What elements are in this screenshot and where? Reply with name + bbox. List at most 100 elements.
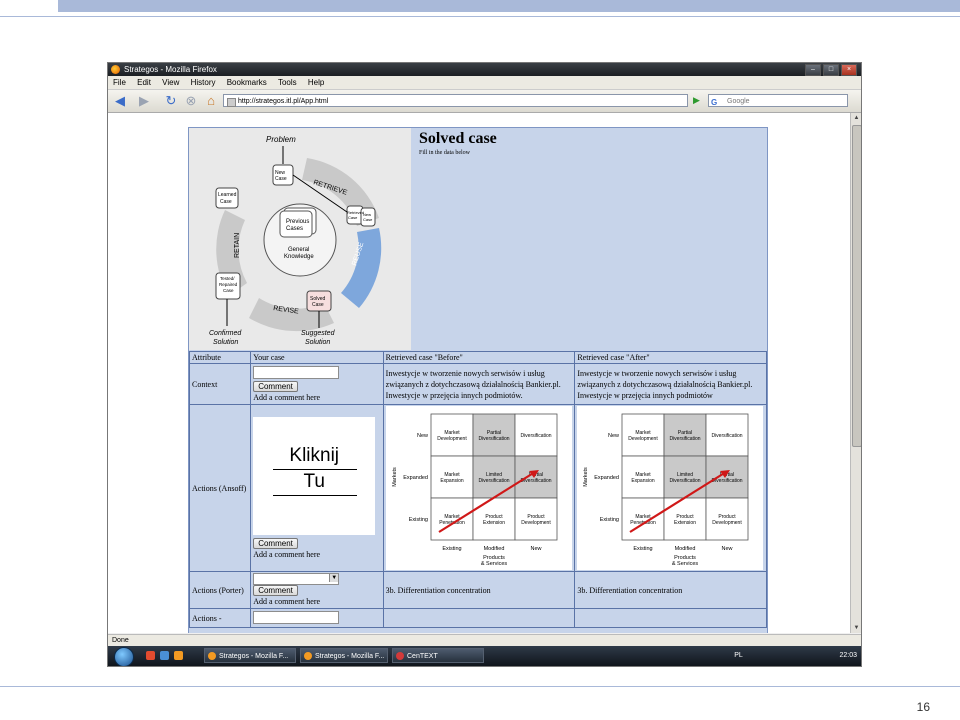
windows-taskbar: Strategos - Mozilla F... Strategos - Moz… — [108, 646, 861, 666]
dropdown-arrow-icon: ▼ — [329, 574, 339, 582]
vertical-scrollbar[interactable]: ▲ ▼ — [850, 113, 861, 633]
products-label-2: & Services — [672, 561, 699, 567]
label-previous-cases-1: Previous — [286, 219, 309, 225]
home-icon[interactable]: ⌂ — [203, 93, 219, 109]
label-tested-case-3: Case — [223, 288, 234, 293]
page-content: Problem New Case RETRIEVE Learned Case P… — [108, 113, 850, 633]
matrix-row-label: Expanded — [595, 475, 620, 481]
solved-case-panel: Solved case Fill in the data below — [411, 128, 766, 350]
matrix-cell-label: Diversification — [670, 436, 701, 442]
porter-select[interactable]: ▼ — [253, 573, 340, 585]
label-learned-case-2: Case — [220, 199, 232, 205]
stop-icon[interactable]: ⊗ — [183, 93, 199, 109]
matrix-row-label: Expanded — [403, 475, 428, 481]
matrix-cell-label: Development — [437, 436, 467, 442]
search-box[interactable]: G Google — [708, 94, 848, 107]
minimize-button[interactable]: – — [805, 64, 821, 76]
firefox-icon — [208, 652, 216, 660]
back-arrow-icon[interactable]: ◀ — [112, 93, 128, 109]
matrix-row-label: Existing — [408, 517, 427, 523]
menu-help[interactable]: Help — [308, 78, 324, 87]
matrix-col-label: Existing — [442, 546, 461, 552]
porter-comment-button[interactable]: Comment — [253, 585, 298, 596]
ansoff-matrix-before: Market Development Partial Diversification D… — [385, 406, 572, 570]
quick-launch-icon[interactable] — [174, 651, 183, 660]
porter-before-text: 3b. Differentiation concentration — [382, 571, 576, 609]
menu-edit[interactable]: Edit — [137, 78, 151, 87]
label-tested-case-2: Repaired — [219, 282, 238, 287]
menu-bookmarks[interactable]: Bookmarks — [227, 78, 267, 87]
matrix-row-label: New — [417, 433, 428, 439]
firefox-icon — [111, 65, 120, 74]
browser-screenshot: Strategos - Mozilla Firefox – □ × File E… — [107, 62, 862, 667]
porter-add-comment: Add a comment here — [253, 597, 321, 606]
menu-history[interactable]: History — [191, 78, 216, 87]
taskbar-item-1[interactable]: Strategos - Mozilla F... — [204, 648, 296, 663]
clock[interactable]: 22:03 — [839, 652, 857, 659]
context-comment-button[interactable]: Comment — [253, 381, 298, 392]
context-input[interactable] — [253, 366, 340, 379]
taskbar-item-3-label: CenTEXT — [407, 653, 438, 660]
ansoff-before-cell: Market Development Partial Diversification D… — [382, 404, 576, 572]
centext-icon — [396, 652, 404, 660]
window-title: Strategos - Mozilla Firefox — [124, 65, 217, 74]
context-after-text: Inwestycje w tworzenie nowych serwisów i… — [574, 363, 767, 405]
header-retrieved-before: Retrieved case "Before" — [382, 351, 576, 364]
products-label-2: & Services — [481, 561, 508, 567]
maximize-button[interactable]: □ — [823, 64, 839, 76]
scroll-down-icon[interactable]: ▼ — [851, 623, 861, 633]
scroll-up-icon[interactable]: ▲ — [851, 113, 861, 123]
menu-tools[interactable]: Tools — [278, 78, 297, 87]
forward-arrow-icon[interactable]: ▶ — [136, 93, 152, 109]
url-bar[interactable]: http://strategos.itl.pl/App.html — [223, 94, 688, 107]
more-your-case — [250, 608, 384, 628]
matrix-cell-label: Development — [629, 436, 659, 442]
cbr-cycle-diagram: Problem New Case RETRIEVE Learned Case P… — [189, 128, 411, 350]
scroll-thumb[interactable] — [852, 125, 861, 447]
matrix-cell-label: Expansion — [632, 478, 656, 484]
matrix-col-label: Modified — [483, 546, 504, 552]
porter-label: Actions (Porter) — [189, 571, 252, 609]
table-row-ansoff: Actions (Ansoff) Kliknij Tu Comment Add … — [189, 404, 767, 572]
menu-file[interactable]: File — [113, 78, 126, 87]
label-new-small-2: Case — [363, 217, 373, 222]
ansoff-comment-button[interactable]: Comment — [253, 537, 298, 549]
label-confirmed-2: Solution — [213, 339, 238, 346]
language-indicator[interactable]: PL — [734, 652, 742, 659]
label-retain: RETAIN — [234, 233, 241, 258]
click-here-line2: Tu — [303, 470, 325, 492]
quick-launch-icon[interactable] — [160, 651, 169, 660]
menu-view[interactable]: View — [162, 78, 179, 87]
label-new-case-2: Case — [275, 176, 287, 182]
start-button[interactable] — [114, 647, 134, 666]
window-controls: – □ × — [805, 64, 857, 76]
google-icon: G — [711, 98, 718, 107]
matrix-cell-label: Diversification — [712, 433, 743, 439]
header-attribute: Attribute — [189, 351, 252, 364]
more-before-cell — [382, 608, 576, 628]
url-text: http://strategos.itl.pl/App.html — [238, 98, 329, 105]
quick-launch-icon[interactable] — [146, 651, 155, 660]
reuse-arc — [341, 228, 382, 308]
click-here-button[interactable]: Kliknij Tu — [253, 416, 376, 535]
more-input[interactable] — [253, 611, 340, 624]
reload-icon[interactable]: ↻ — [163, 93, 179, 109]
strategos-app: Problem New Case RETRIEVE Learned Case P… — [188, 127, 768, 633]
context-before-text: Inwestycje w tworzenie nowych serwisów i… — [382, 363, 576, 405]
context-label: Context — [189, 363, 252, 405]
ansoff-matrix-svg: MarketDevelopmentPartialDiversification D… — [392, 413, 558, 567]
taskbar-item-3[interactable]: CenTEXT — [392, 648, 484, 663]
label-suggested-1: Suggested — [301, 330, 336, 337]
label-learned-case-1: Learned — [218, 192, 237, 198]
ansoff-your-case: Kliknij Tu Comment Add a comment here — [250, 404, 384, 572]
status-bar: Done — [108, 634, 861, 646]
close-button[interactable]: × — [841, 64, 857, 76]
taskbar-item-2-label: Strategos - Mozilla F... — [315, 653, 385, 660]
taskbar-item-2[interactable]: Strategos - Mozilla F... — [300, 648, 388, 663]
table-row-more: Actions - — [189, 608, 767, 628]
more-label: Actions - — [189, 608, 252, 628]
slide-top-bar — [58, 0, 960, 12]
go-icon[interactable]: ▶ — [690, 94, 703, 107]
matrix-row-label: New — [608, 433, 619, 439]
click-here-line1: Kliknij — [289, 444, 340, 466]
